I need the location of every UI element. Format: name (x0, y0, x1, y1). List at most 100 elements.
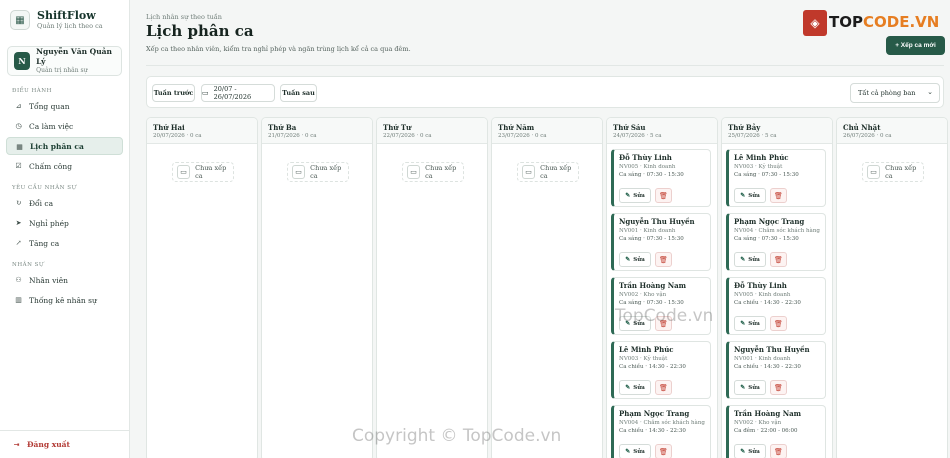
delete-button[interactable]: 🗑 (770, 444, 787, 458)
page-title: Lịch phân ca (146, 22, 254, 40)
day-column: Chủ Nhật 26/07/2026 · 0 ca ▭ Chưa xếp ca (836, 117, 948, 458)
day-column: Thứ Năm 23/07/2026 · 0 ca ▭ Chưa xếp ca (491, 117, 603, 458)
employee-info: NV005 · Kinh doanh (619, 164, 676, 170)
edit-button[interactable]: ✎ Sửa (619, 252, 651, 267)
department-select-value: Tất cả phòng ban (858, 89, 916, 97)
empty-slot[interactable]: ▭ Chưa xếp ca (402, 162, 464, 182)
shift-card[interactable]: Lê Minh Phúc NV003 · Kỹ thuật Ca sáng · 07… (726, 149, 826, 207)
sidebar-item[interactable]: ➤ Nghỉ phép (6, 214, 123, 232)
nav-section-label: ĐIỀU HÀNH (12, 88, 52, 94)
edit-button[interactable]: ✎ Sửa (734, 188, 766, 203)
sidebar-item[interactable]: ☑ Chấm công (6, 157, 123, 175)
trash-icon: 🗑 (774, 255, 783, 264)
day-column-header: Thứ Sáu 24/07/2026 · 5 ca (607, 118, 717, 144)
shift-card[interactable]: Nguyễn Thu Huyền NV001 · Kinh doanh Ca chi… (726, 341, 826, 399)
card-actions: ✎ Sửa 🗑 (619, 444, 672, 458)
logout-button[interactable]: ⇥ Đăng xuất (0, 430, 130, 458)
edit-button[interactable]: ✎ Sửa (734, 444, 766, 458)
shift-time: Ca chiều · 14:30 - 22:30 (734, 300, 801, 306)
card-actions: ✎ Sửa 🗑 (619, 380, 672, 395)
sidebar-item[interactable]: ▦ Lịch phân ca (6, 137, 123, 155)
employee-info: NV002 · Kho vận (619, 292, 667, 298)
shift-time: Ca sáng · 07:30 - 15:30 (734, 172, 799, 178)
card-actions: ✎ Sửa 🗑 (619, 252, 672, 267)
date-range-button[interactable]: ▭ 20/07 - 26/07/2026 (201, 84, 275, 102)
shift-time: Ca chiều · 14:30 - 22:30 (734, 364, 801, 370)
shift-card[interactable]: Đỗ Thùy Linh NV005 · Kinh doanh Ca chiều ·… (726, 277, 826, 335)
sidebar-item[interactable]: ▥ Thống kê nhân sự (6, 291, 123, 309)
trend-icon: ↗ (15, 239, 22, 247)
employee-name: Nguyễn Thu Huyền (734, 345, 810, 354)
sidebar-item[interactable]: ⚇ Nhân viên (6, 271, 123, 289)
shift-time: Ca sáng · 07:30 - 15:30 (619, 236, 684, 242)
edit-button[interactable]: ✎ Sửa (734, 252, 766, 267)
shift-card[interactable]: Phạm Ngọc Trang NV004 · Chăm sóc khách hà… (726, 213, 826, 271)
shift-card[interactable]: Lê Minh Phúc NV003 · Kỹ thuật Ca chiều · 1… (611, 341, 711, 399)
empty-slot[interactable]: ▭ Chưa xếp ca (287, 162, 349, 182)
edit-icon: ✎ (740, 384, 746, 391)
day-name: Thứ Năm (498, 123, 535, 132)
sidebar-item[interactable]: ↗ Tăng ca (6, 234, 123, 252)
edit-button[interactable]: ✎ Sửa (734, 380, 766, 395)
prev-week-button[interactable]: Tuần trước (152, 84, 195, 102)
empty-slot[interactable]: ▭ Chưa xếp ca (172, 162, 234, 182)
calendar-icon: ▭ (867, 165, 881, 179)
delete-button[interactable]: 🗑 (770, 188, 787, 203)
empty-slot[interactable]: ▭ Chưa xếp ca (862, 162, 924, 182)
shift-card[interactable]: Nguyễn Thu Huyền NV001 · Kinh doanh Ca sán… (611, 213, 711, 271)
day-column: Thứ Hai 20/07/2026 · 0 ca ▭ Chưa xếp ca (146, 117, 258, 458)
empty-label: Chưa xếp ca (310, 164, 342, 180)
delete-button[interactable]: 🗑 (770, 316, 787, 331)
sidebar-item[interactable]: ◷ Ca làm việc (6, 117, 123, 135)
employee-name: Lê Minh Phúc (619, 345, 674, 354)
bar-chart-icon: ▥ (15, 296, 22, 304)
edit-label: Sửa (633, 256, 645, 263)
employee-name: Đỗ Thùy Linh (734, 281, 787, 290)
card-actions: ✎ Sửa 🗑 (619, 188, 672, 203)
user-card[interactable]: N Nguyễn Văn Quản Lý Quản trị nhân sự (7, 46, 122, 76)
delete-button[interactable]: 🗑 (655, 444, 672, 458)
sidebar-item[interactable]: ⊿ Tổng quan (6, 97, 123, 115)
day-column-header: Thứ Hai 20/07/2026 · 0 ca (147, 118, 257, 144)
delete-button[interactable]: 🗑 (655, 252, 672, 267)
calendar-icon: ▭ (292, 165, 306, 179)
main-content: Lịch nhân sự theo tuần Lịch phân ca Xếp … (130, 0, 950, 458)
delete-button[interactable]: 🗑 (770, 380, 787, 395)
employee-name: Trần Hoàng Nam (619, 281, 687, 290)
employee-name: Đỗ Thùy Linh (619, 153, 672, 162)
watermark-mid: TopCode.vn (615, 306, 714, 326)
shift-time: Ca sáng · 07:30 - 15:30 (734, 236, 799, 242)
shift-time: Ca đêm · 22:00 - 06:00 (734, 428, 798, 434)
employee-name: Phạm Ngọc Trang (734, 217, 805, 226)
delete-button[interactable]: 🗑 (655, 380, 672, 395)
employee-name: Nguyễn Thu Huyền (619, 217, 695, 226)
add-shift-button[interactable]: + Xếp ca mới (886, 36, 945, 55)
day-column-header: Chủ Nhật 26/07/2026 · 0 ca (837, 118, 947, 144)
shift-card[interactable]: Trần Hoàng Nam NV002 · Kho vận Ca đêm · 22… (726, 405, 826, 458)
edit-label: Sửa (748, 384, 760, 391)
edit-button[interactable]: ✎ Sửa (619, 380, 651, 395)
watermark-bottom: Copyright © TopCode.vn (352, 426, 562, 446)
calendar-icon: ▦ (10, 10, 30, 30)
edit-button[interactable]: ✎ Sửa (619, 188, 651, 203)
date-range-label: 20/07 - 26/07/2026 (213, 85, 252, 101)
edit-label: Sửa (633, 192, 645, 199)
next-week-button[interactable]: Tuần sau (280, 84, 317, 102)
edit-icon: ✎ (625, 384, 631, 391)
edit-button[interactable]: ✎ Sửa (619, 444, 651, 458)
chart-icon: ⊿ (15, 102, 22, 110)
delete-button[interactable]: 🗑 (655, 188, 672, 203)
schedule-board: Thứ Hai 20/07/2026 · 0 ca ▭ Chưa xếp ca Thứ … (146, 117, 950, 458)
delete-button[interactable]: 🗑 (770, 252, 787, 267)
sidebar-item-label: Tổng quan (29, 101, 70, 111)
day-meta: 21/07/2026 · 0 ca (268, 133, 317, 139)
sidebar-item[interactable]: ↻ Đổi ca (6, 194, 123, 212)
shift-card[interactable]: Phạm Ngọc Trang NV004 · Chăm sóc khách hà… (611, 405, 711, 458)
empty-slot[interactable]: ▭ Chưa xếp ca (517, 162, 579, 182)
chevron-down-icon: ⌄ (927, 88, 933, 96)
employee-info: NV003 · Kỹ thuật (734, 164, 783, 170)
edit-button[interactable]: ✎ Sửa (734, 316, 766, 331)
department-select[interactable]: Tất cả phòng ban ⌄ (850, 83, 940, 103)
day-column: Thứ Bảy 25/07/2026 · 5 ca Lê Minh Phúc NV00… (721, 117, 833, 458)
shift-card[interactable]: Đỗ Thùy Linh NV005 · Kinh doanh Ca sáng · … (611, 149, 711, 207)
